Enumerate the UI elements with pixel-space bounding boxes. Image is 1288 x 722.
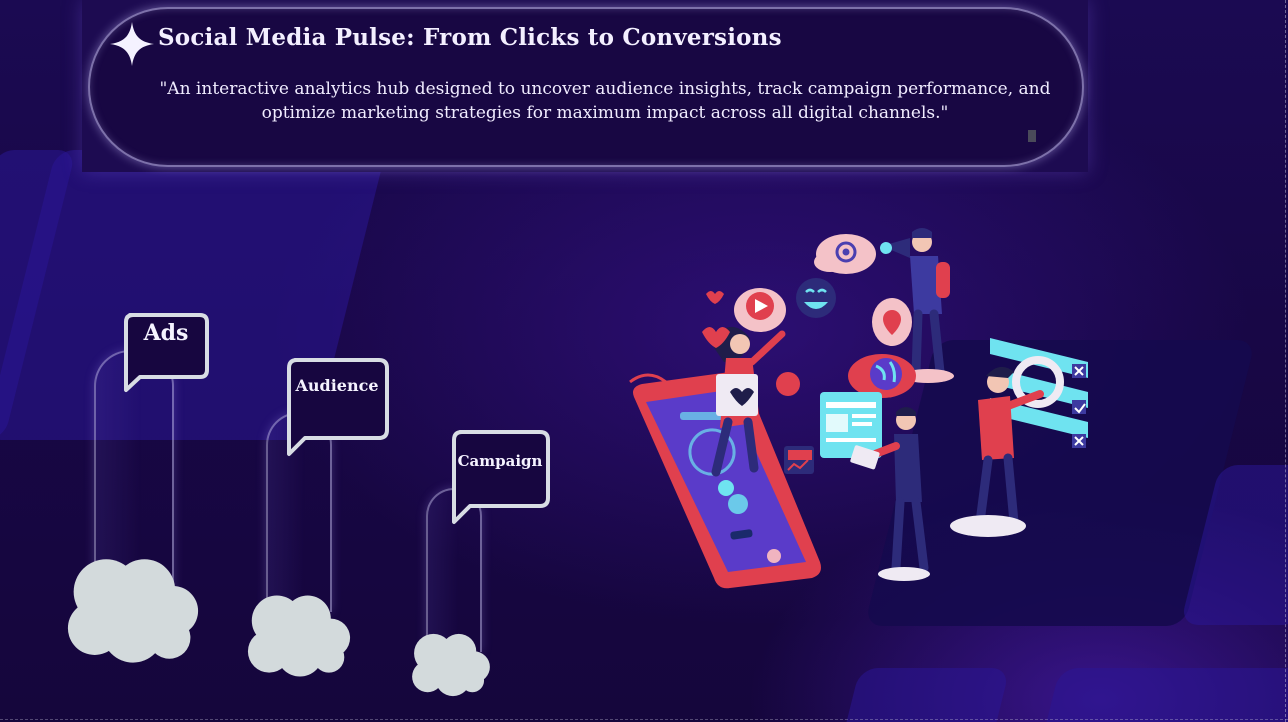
megaphone-icon xyxy=(880,242,892,254)
bg-slab xyxy=(1040,668,1288,722)
dashboard-canvas: Social Media Pulse: From Clicks to Conve… xyxy=(0,0,1288,722)
ads-button[interactable]: Ads xyxy=(120,312,212,396)
header-marker xyxy=(1028,130,1036,142)
campaign-button[interactable]: Campaign xyxy=(448,428,552,526)
browser-window-icon xyxy=(820,392,882,458)
audience-button[interactable]: Audience xyxy=(283,356,391,458)
emoji-icon xyxy=(776,372,800,396)
social-media-illustration xyxy=(629,228,1088,589)
page-subtitle: "An interactive analytics hub designed t… xyxy=(159,79,1051,123)
page-title: Social Media Pulse: From Clicks to Conve… xyxy=(158,24,782,51)
at-sign-icon xyxy=(814,234,876,274)
location-pin-icon xyxy=(872,298,912,346)
sparkle-icon xyxy=(110,22,154,66)
audience-label: Audience xyxy=(295,376,379,395)
chart-icon xyxy=(784,446,814,474)
bg-slab xyxy=(840,668,1010,722)
campaign-label: Campaign xyxy=(457,452,543,470)
ads-cloud-icon xyxy=(67,559,199,663)
speech-bubble-icon xyxy=(452,430,550,524)
play-icon xyxy=(734,288,786,332)
heart-icon xyxy=(706,291,724,304)
audience-cloud-icon xyxy=(247,595,351,677)
campaign-cloud-icon xyxy=(412,633,490,697)
ads-label: Ads xyxy=(143,320,189,346)
speech-bubble-icon xyxy=(287,358,389,456)
globe-icon xyxy=(848,354,916,398)
canvas-border xyxy=(1285,0,1286,722)
smiley-icon xyxy=(796,278,836,318)
canvas-border xyxy=(0,719,1288,720)
